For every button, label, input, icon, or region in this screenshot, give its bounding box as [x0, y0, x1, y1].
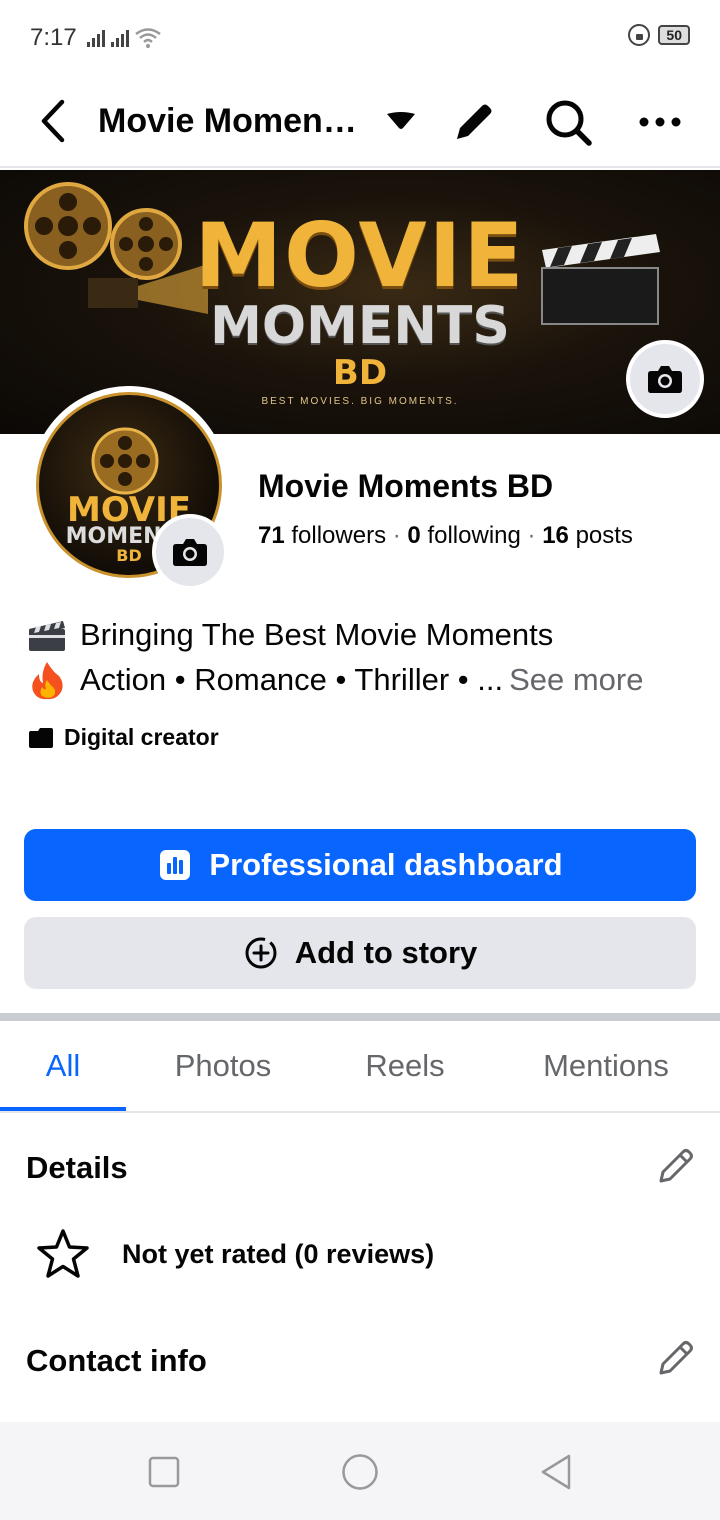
triangle-back-icon — [541, 1454, 571, 1490]
top-bar: Movie Moments BD — [0, 76, 720, 168]
caret-down-icon — [387, 112, 415, 129]
dashboard-icon — [157, 847, 193, 883]
tab-mentions[interactable]: Mentions — [516, 1021, 696, 1111]
wifi-icon — [134, 28, 161, 48]
back-nav-button[interactable] — [530, 1446, 582, 1498]
edit-details-button[interactable] — [652, 1142, 700, 1190]
more-icon — [639, 117, 681, 127]
avatar-camera-button[interactable] — [152, 514, 228, 590]
following-label: following — [427, 522, 521, 549]
profile-tabs: All Photos Reels Mentions — [0, 1021, 720, 1113]
signal-icon — [86, 29, 105, 47]
fire-icon — [26, 660, 68, 700]
camera-icon — [648, 366, 682, 393]
bio-line-1: Bringing The Best Movie Moments — [26, 612, 696, 657]
followers-label: followers — [291, 522, 387, 549]
more-button[interactable] — [628, 90, 692, 154]
contact-info-heading: Contact info — [26, 1343, 207, 1378]
search-button[interactable] — [536, 90, 600, 154]
pencil-icon — [457, 104, 492, 139]
rating-text: Not yet rated (0 reviews) — [122, 1238, 435, 1269]
back-arrow-icon — [41, 99, 65, 143]
stats-separator: · — [392, 522, 401, 549]
system-navigation-bar — [0, 1422, 720, 1520]
recents-button[interactable] — [138, 1446, 190, 1498]
plus-circle-icon — [243, 935, 279, 971]
bio-text-2: Action • Romance • Thriller • ... — [80, 662, 504, 697]
video-badge-icon — [29, 727, 53, 748]
stats-separator: · — [527, 522, 536, 549]
see-more-link[interactable]: See more — [509, 657, 643, 702]
clapper-icon — [26, 615, 68, 655]
tab-photos[interactable]: Photos — [146, 1021, 300, 1111]
back-button[interactable] — [18, 86, 88, 156]
bio-line-2: Action • Romance • Thriller • ... See mo… — [26, 657, 696, 702]
posts-link[interactable]: 16 posts — [542, 522, 633, 549]
category-label: Digital creator — [64, 724, 219, 750]
add-to-story-label: Add to story — [294, 935, 478, 970]
battery-icon: 50 — [658, 25, 690, 45]
tab-reels[interactable]: Reels — [340, 1021, 470, 1111]
following-link[interactable]: 0 following — [407, 522, 520, 549]
posts-count: 16 — [542, 522, 569, 549]
cover-logo-line2: MOMENTS — [210, 296, 510, 356]
status-time: 7:17 — [30, 24, 77, 51]
profile-stats: 71 followers · 0 following · 16 posts — [258, 522, 633, 550]
circle-icon — [342, 1454, 378, 1490]
professional-dashboard-label: Professional dashboard — [209, 847, 563, 882]
cover-camera-button[interactable] — [626, 340, 704, 418]
followers-count: 71 — [258, 522, 285, 549]
bio: Bringing The Best Movie Moments Action •… — [26, 612, 696, 702]
section-divider — [0, 1013, 720, 1021]
details-heading: Details — [26, 1150, 128, 1185]
lock-icon — [628, 24, 651, 46]
following-count: 0 — [407, 522, 421, 549]
square-icon — [148, 1456, 180, 1488]
posts-label: posts — [575, 522, 633, 549]
star-icon — [37, 1229, 89, 1278]
cover-logo-line1: MOVIE — [194, 204, 526, 307]
cover-logo: MOVIE MOMENTS BD BEST MOVIES. BIG MOMENT… — [0, 204, 720, 408]
pencil-icon — [659, 1341, 693, 1375]
professional-dashboard-button[interactable]: Professional dashboard — [24, 829, 696, 901]
pencil-icon — [659, 1149, 693, 1183]
signal-icon-2 — [110, 29, 129, 47]
page-title: Movie Moments BD — [98, 101, 368, 140]
avatar-reel-decoration — [91, 427, 159, 495]
edit-profile-button[interactable] — [442, 90, 506, 154]
profile-name: Movie Moments BD — [258, 468, 554, 504]
bio-text-1: Bringing The Best Movie Moments — [80, 617, 554, 652]
home-button[interactable] — [334, 1446, 386, 1498]
add-to-story-button[interactable]: Add to story — [24, 917, 696, 989]
cover-logo-line3: BD — [332, 353, 388, 393]
search-icon — [546, 100, 592, 146]
edit-contact-button[interactable] — [652, 1334, 700, 1382]
camera-icon — [173, 539, 207, 566]
profile-switch-dropdown[interactable] — [376, 96, 426, 146]
tab-all[interactable]: All — [0, 1021, 126, 1111]
followers-link[interactable]: 71 followers — [258, 522, 386, 549]
rating-row[interactable]: Not yet rated (0 reviews) — [36, 1228, 434, 1280]
active-tab-indicator — [0, 1107, 126, 1111]
page-category: Digital creator — [28, 724, 219, 751]
status-bar: 7:17 50 — [0, 0, 720, 76]
